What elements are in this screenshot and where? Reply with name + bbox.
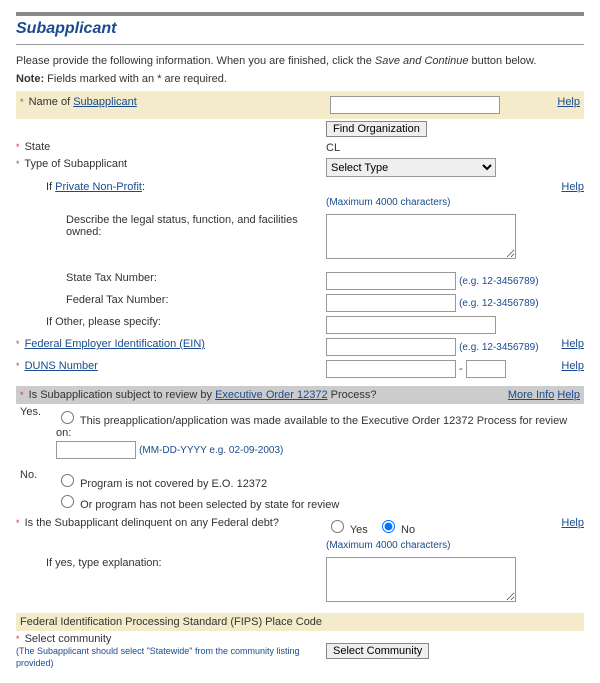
state-tax-input[interactable] xyxy=(326,272,456,290)
eo-no-text-1: Program is not covered by E.O. 12372 xyxy=(80,478,267,490)
eo-no-text-2: Or program has not been selected by stat… xyxy=(80,499,339,511)
help-link[interactable]: Help xyxy=(561,181,584,193)
fein-hint: (e.g. 12-3456789) xyxy=(459,342,539,353)
select-community-note: (The Subapplicant should select "Statewi… xyxy=(16,646,300,668)
duns-input-2[interactable] xyxy=(466,360,506,378)
fein-link[interactable]: Federal Employer Identification (EIN) xyxy=(25,338,205,350)
state-label: State xyxy=(25,141,51,153)
required-marker: * xyxy=(20,390,24,400)
max-chars-hint: (Maximum 4000 characters) xyxy=(326,540,554,551)
fed-tax-input[interactable] xyxy=(326,294,456,312)
required-marker: * xyxy=(16,159,20,169)
eo-yes-text: This preapplication/application was made… xyxy=(56,415,567,439)
subapplicant-name-input[interactable] xyxy=(330,96,500,114)
duns-dash: - xyxy=(456,363,466,375)
eo-date-input[interactable] xyxy=(56,441,136,459)
required-marker: * xyxy=(16,634,20,644)
if-pnp-prefix: If xyxy=(46,181,55,193)
duns-link[interactable]: DUNS Number xyxy=(25,360,98,372)
eo-link[interactable]: Executive Order 12372 xyxy=(215,389,328,401)
required-marker: * xyxy=(16,339,20,349)
fein-input[interactable] xyxy=(326,338,456,356)
fed-tax-hint: (e.g. 12-3456789) xyxy=(459,298,539,309)
name-label-prefix: Name of xyxy=(29,96,74,108)
note-text: Note: Fields marked with an * are requir… xyxy=(16,73,584,85)
delinquent-yes-label: Yes xyxy=(350,524,368,536)
state-tax-hint: (e.g. 12-3456789) xyxy=(459,276,539,287)
type-select[interactable]: Select Type xyxy=(326,158,496,177)
help-link[interactable]: Help xyxy=(557,96,580,108)
describe-textarea[interactable] xyxy=(326,214,516,259)
eo-prefix: Is Subapplication subject to review by xyxy=(29,389,216,401)
duns-input-1[interactable] xyxy=(326,360,456,378)
delinquent-yes-radio[interactable] xyxy=(331,520,344,533)
yes-label: Yes. xyxy=(16,406,56,418)
help-link[interactable]: Help xyxy=(561,338,584,350)
delinquent-no-radio[interactable] xyxy=(382,520,395,533)
describe-label: Describe the legal status, function, and… xyxy=(16,214,326,238)
required-marker: * xyxy=(16,518,20,528)
more-info-link[interactable]: More Info xyxy=(508,389,554,401)
select-community-button[interactable]: Select Community xyxy=(326,643,429,659)
subapplicant-link[interactable]: Subapplicant xyxy=(73,96,137,108)
delinquent-no-label: No xyxy=(401,524,415,536)
find-organization-button[interactable]: Find Organization xyxy=(326,121,427,137)
fips-header: Federal Identification Processing Standa… xyxy=(16,613,584,631)
type-label: Type of Subapplicant xyxy=(24,158,127,170)
required-marker: * xyxy=(16,361,20,371)
help-link[interactable]: Help xyxy=(561,360,584,372)
fed-tax-label: Federal Tax Number: xyxy=(16,294,326,306)
if-other-label: If Other, please specify: xyxy=(16,316,326,328)
state-tax-label: State Tax Number: xyxy=(16,272,326,284)
eo-date-hint: (MM-DD-YYYY e.g. 02-09-2003) xyxy=(139,445,283,456)
page-title: Subapplicant xyxy=(16,20,584,38)
required-marker: * xyxy=(16,142,20,152)
eo-yes-radio[interactable] xyxy=(61,411,74,424)
no-label: No. xyxy=(16,469,56,481)
state-value: CL xyxy=(326,141,554,154)
private-non-profit-link[interactable]: Private Non-Profit xyxy=(55,181,142,193)
max-chars-hint: (Maximum 4000 characters) xyxy=(326,197,554,208)
if-other-input[interactable] xyxy=(326,316,496,334)
eo-no-radio-2[interactable] xyxy=(61,495,74,508)
eo-no-radio-1[interactable] xyxy=(61,474,74,487)
delinquent-label: Is the Subapplicant delinquent on any Fe… xyxy=(25,517,279,529)
required-marker: * xyxy=(20,97,24,107)
help-link[interactable]: Help xyxy=(561,517,584,529)
help-link[interactable]: Help xyxy=(557,389,580,401)
delinquent-textarea[interactable] xyxy=(326,557,516,602)
eo-suffix: Process? xyxy=(328,389,377,401)
select-community-label: Select community xyxy=(25,633,112,645)
pnp-colon: : xyxy=(142,181,145,193)
if-yes-label: If yes, type explanation: xyxy=(16,557,326,569)
intro-text: Please provide the following information… xyxy=(16,55,584,67)
